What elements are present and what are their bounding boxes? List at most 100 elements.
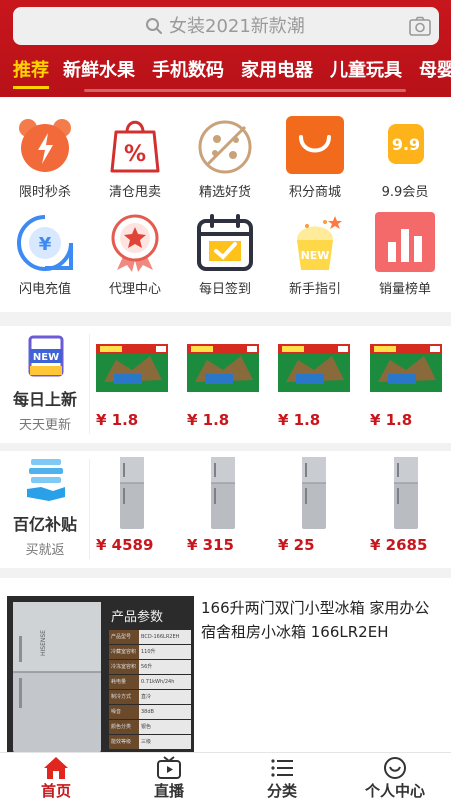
nav-profile[interactable]: 个人中心 xyxy=(339,753,451,800)
spec-key: 颜色分类 xyxy=(109,720,139,734)
header: 推荐 新鲜水果 手机数码 家用电器 儿童玩具 母婴 xyxy=(0,0,451,97)
svg-text:NEW: NEW xyxy=(33,352,59,363)
alarm-clock-icon xyxy=(19,119,71,172)
svg-text:HISENSE: HISENSE xyxy=(40,630,47,656)
product-price: ¥ 1.8 xyxy=(278,411,321,429)
tab-recommend[interactable]: 推荐 xyxy=(13,56,49,82)
search-bar[interactable] xyxy=(13,7,439,45)
new-tag-icon: NEW xyxy=(28,335,64,377)
spec-value: 银色 xyxy=(139,720,191,734)
svg-text:%: % xyxy=(124,142,146,167)
spec-row: 噪音 38dB xyxy=(109,705,191,719)
grid-item-agent-center[interactable]: 代理中心 xyxy=(90,212,180,297)
calendar-check-icon xyxy=(197,214,253,271)
grid-item-label: 9.9会员 xyxy=(381,185,429,200)
tab-mother-baby[interactable]: 母婴 xyxy=(419,56,451,82)
daily-new-section: NEW 每日上新 天天更新 ¥ 1.8 ¥ 1.8 ¥ 1.8 ¥ 1.8 xyxy=(0,326,451,443)
subsidy-product[interactable]: ¥ 2685 xyxy=(366,451,446,568)
spec-key: 产品型号 xyxy=(109,630,139,644)
product-price: ¥ 25 xyxy=(278,536,315,554)
category-tabs: 推荐 新鲜水果 手机数码 家用电器 儿童玩具 母婴 xyxy=(0,56,451,90)
grid-item-label: 清仓甩卖 xyxy=(108,185,161,200)
daily-new-product[interactable]: ¥ 1.8 xyxy=(183,326,263,443)
spec-row: 耗电量 0.71kWh/24h xyxy=(109,675,191,689)
spec-value: 直冷 xyxy=(139,690,191,704)
subsidy-subtitle: 买就返 xyxy=(25,543,65,558)
product-image xyxy=(370,344,442,392)
function-grid: 限时秒杀 % 清仓甩卖 精选好货 积分商城 9.9 9.9会员 ¥ 闪电充值 代… xyxy=(0,97,451,312)
nav-category[interactable]: 分类 xyxy=(226,753,338,800)
yen-coin-icon: ¥ xyxy=(17,215,73,271)
spec-heading: 产品参数 xyxy=(111,610,164,625)
tab-fresh-fruit[interactable]: 新鲜水果 xyxy=(63,56,135,82)
fridge-image xyxy=(394,457,418,529)
spec-row: 颜色分类 银色 xyxy=(109,720,191,734)
subsidy-promo[interactable]: 百亿补贴 买就返 xyxy=(0,451,90,568)
smile-face-icon xyxy=(384,757,406,779)
spec-value: 56升 xyxy=(139,660,191,674)
tab-home-appliances[interactable]: 家用电器 xyxy=(241,56,313,82)
spec-value: 三级 xyxy=(139,735,191,749)
search-icon xyxy=(146,18,162,34)
grid-item-recharge[interactable]: ¥ 闪电充值 xyxy=(0,212,90,297)
nav-label: 个人中心 xyxy=(364,782,425,800)
daily-new-product[interactable]: ¥ 1.8 xyxy=(366,326,446,443)
daily-new-promo[interactable]: NEW 每日上新 天天更新 xyxy=(0,326,90,443)
spec-row: 制冷方式 直冷 xyxy=(109,690,191,704)
money-hand-icon xyxy=(27,459,65,501)
subsidy-product[interactable]: ¥ 315 xyxy=(183,451,263,568)
featured-product-image: HISENSE 产品参数 产品型号 BCD-166LR2EH 冷藏室容积 110升 冷冻… xyxy=(7,596,194,753)
grid-item-flash-sale[interactable]: 限时秒杀 xyxy=(0,115,90,200)
new-gift-icon: NEW xyxy=(297,216,342,270)
grid-item-beginner-guide[interactable]: NEW 新手指引 xyxy=(270,212,360,297)
grid-item-sales-ranking[interactable]: 销量榜单 xyxy=(360,212,450,297)
featured-product[interactable]: HISENSE 产品参数 产品型号 BCD-166LR2EH 冷藏室容积 110升 冷冻… xyxy=(0,578,451,753)
subsidy-product[interactable]: ¥ 25 xyxy=(274,451,354,568)
bar-chart-icon xyxy=(375,212,435,272)
tab-kids-toys[interactable]: 儿童玩具 xyxy=(330,56,402,82)
spec-key: 能效等级 xyxy=(109,735,139,749)
featured-product-title[interactable]: 166升两门双门小型冰箱 家用办公宿舍租房小冰箱 166LR2EH xyxy=(201,596,441,644)
grid-item-label: 新手指引 xyxy=(288,282,341,297)
product-price: ¥ 315 xyxy=(187,536,234,554)
daily-new-product[interactable]: ¥ 1.8 xyxy=(92,326,172,443)
tab-scrollbar xyxy=(84,89,406,92)
tab-phone-digital[interactable]: 手机数码 xyxy=(152,56,224,82)
svg-text:¥: ¥ xyxy=(39,234,52,255)
camera-icon[interactable] xyxy=(409,16,431,36)
app-root: 推荐 新鲜水果 手机数码 家用电器 儿童玩具 母婴 限时秒杀 xyxy=(0,0,451,800)
product-image xyxy=(187,344,259,392)
grid-item-label: 每日签到 xyxy=(198,282,251,297)
daily-new-product[interactable]: ¥ 1.8 xyxy=(274,326,354,443)
fridge-image xyxy=(302,457,326,529)
nav-home[interactable]: 首页 xyxy=(0,753,112,800)
grid-item-points-mall[interactable]: 积分商城 xyxy=(270,115,360,200)
grid-item-label: 代理中心 xyxy=(108,282,161,297)
spec-value: 0.71kWh/24h xyxy=(139,675,191,689)
spec-key: 噪音 xyxy=(109,705,139,719)
divider xyxy=(89,459,90,559)
product-price: ¥ 2685 xyxy=(370,536,428,554)
pizza-icon xyxy=(198,120,252,174)
spec-key: 冷藏室容积 xyxy=(109,645,139,659)
grid-item-label: 闪电充值 xyxy=(18,282,71,297)
fridge-image xyxy=(211,457,235,529)
divider xyxy=(89,334,90,434)
search-input[interactable] xyxy=(169,11,389,41)
subsidy-product[interactable]: ¥ 4589 xyxy=(92,451,172,568)
discount-bag-icon: % xyxy=(110,120,160,173)
nav-live[interactable]: 直播 xyxy=(113,753,225,800)
nav-label: 分类 xyxy=(266,782,297,800)
grid-item-clearance[interactable]: % 清仓甩卖 xyxy=(90,115,180,200)
shopping-bag-icon xyxy=(286,116,344,174)
subsidy-section: 百亿补贴 买就返 ¥ 4589 ¥ 315 ¥ 25 ¥ 2685 xyxy=(0,451,451,568)
bottom-nav: 首页 直播 分类 个人中心 xyxy=(0,752,451,800)
spec-key: 制冷方式 xyxy=(109,690,139,704)
grid-item-vip[interactable]: 9.9 9.9会员 xyxy=(360,115,450,200)
product-price: ¥ 4589 xyxy=(96,536,154,554)
fridge-image xyxy=(120,457,144,529)
spec-key: 冷冻室容积 xyxy=(109,660,139,674)
grid-item-selected-goods[interactable]: 精选好货 xyxy=(180,115,270,200)
grid-item-daily-checkin[interactable]: 每日签到 xyxy=(180,212,270,297)
grid-item-label: 限时秒杀 xyxy=(18,185,71,200)
